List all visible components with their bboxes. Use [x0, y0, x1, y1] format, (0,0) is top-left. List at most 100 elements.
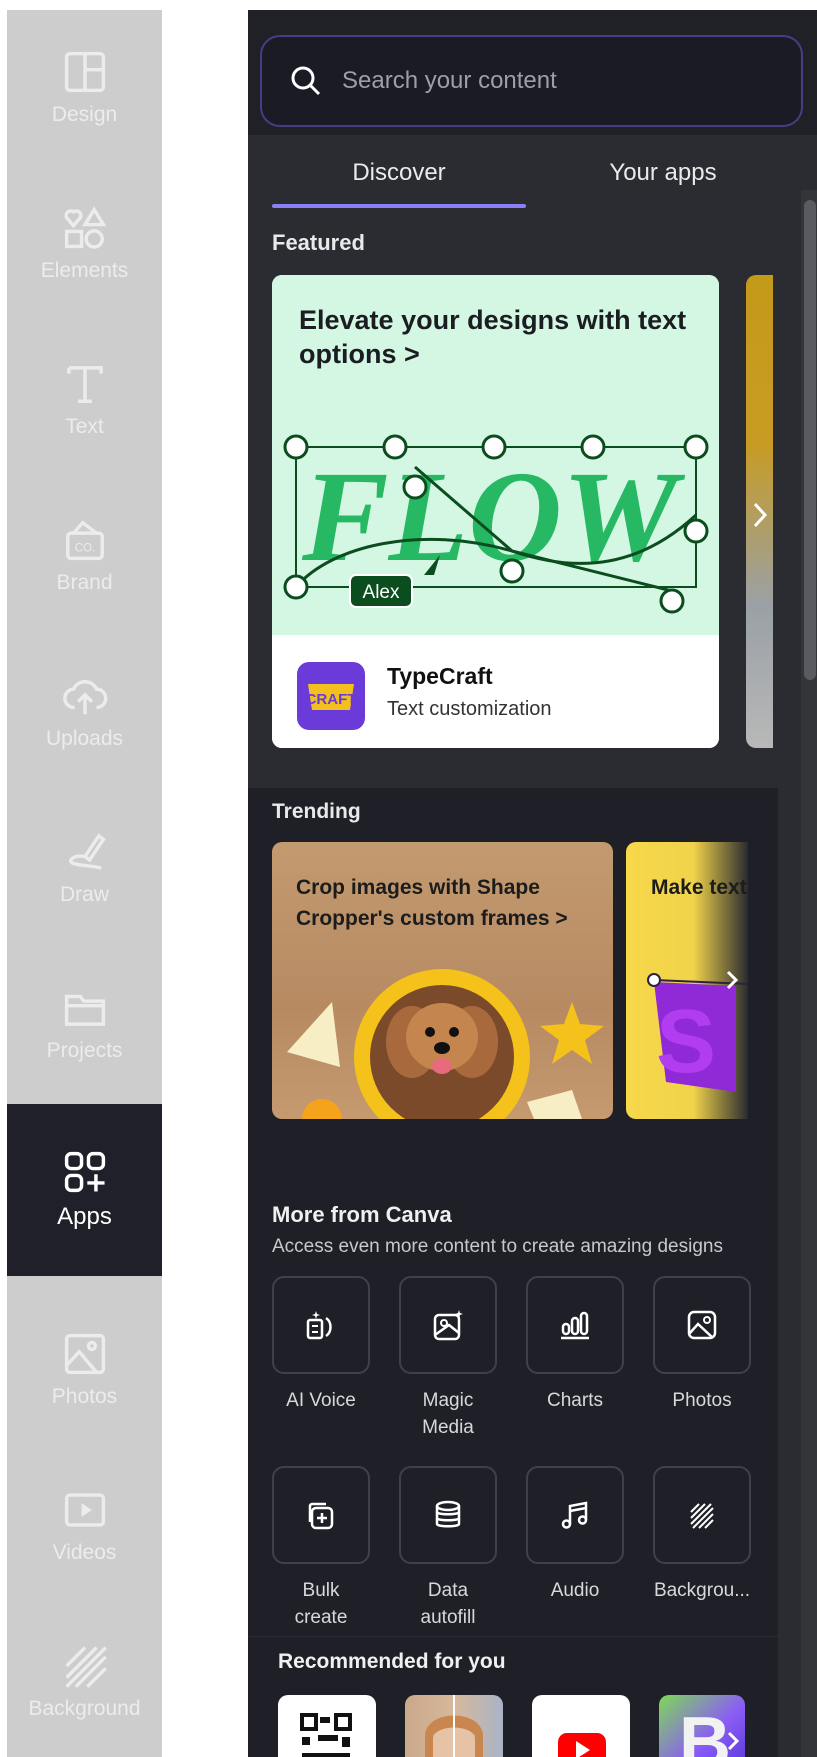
svg-text:CRAFT: CRAFT [306, 691, 357, 708]
recommended-app-youtube[interactable] [532, 1695, 630, 1757]
chevron-right-icon [753, 502, 768, 528]
app-name: TypeCraft [387, 663, 493, 689]
rail-label: Text [65, 415, 104, 438]
featured-card[interactable]: Elevate your designs with text options >… [272, 275, 719, 748]
qr-code-icon [300, 1713, 352, 1757]
rail-item-photos[interactable]: Photos [7, 1292, 162, 1448]
trending-heading: Trending [272, 800, 361, 823]
portrait-art [425, 1695, 483, 1757]
trending-card-text-shape[interactable]: Make text shape wit S [626, 842, 748, 1119]
rail-label: Apps [57, 1203, 112, 1230]
tile-label: Magic Media [422, 1390, 474, 1438]
tile-label: Data autofill [420, 1580, 476, 1628]
rail-item-text[interactable]: Text [7, 322, 162, 478]
svg-text:S: S [656, 992, 716, 1092]
recommended-app-photo[interactable] [405, 1695, 503, 1757]
flow-text-art: FLOW Alex [283, 434, 709, 614]
trending-card-title: Make text shape wit [651, 876, 748, 899]
tab-your-apps[interactable]: Your apps [532, 135, 794, 210]
tile-audio[interactable] [526, 1466, 624, 1564]
cursor-tag-label: Alex [363, 582, 400, 603]
rail-item-elements[interactable]: Elements [7, 166, 162, 322]
ai-voice-icon [306, 1311, 332, 1340]
svg-text:B: B [679, 1703, 731, 1757]
carousel-next-button[interactable] [750, 500, 770, 535]
video-icon [64, 1493, 105, 1527]
recommended-app-brand[interactable]: B [659, 1695, 745, 1757]
trending-card-title: Crop images with Shape Cropper's custom … [296, 876, 568, 930]
tile-background[interactable] [653, 1466, 751, 1564]
featured-app-info: CRAFT TypeCraft Text customization [272, 635, 719, 748]
featured-hero: Elevate your designs with text options >… [272, 275, 719, 635]
rail-label: Design [51, 103, 118, 126]
bulk-create-icon [308, 1502, 334, 1530]
rail-label: Background [28, 1697, 141, 1720]
rail-item-brand[interactable]: CO. Brand [7, 478, 162, 634]
tile-label: Backgrou... [653, 1580, 751, 1601]
text-shape-art: S [647, 970, 748, 1092]
magic-media-icon [433, 1310, 463, 1341]
tile-label: Audio [550, 1580, 600, 1601]
panel-header [248, 10, 817, 135]
tab-discover[interactable]: Discover [272, 135, 526, 210]
tile-label: AI Voice [286, 1390, 356, 1411]
shape-cropper-art [287, 969, 604, 1119]
flow-art-word: FLOW [301, 445, 686, 589]
svg-text:CO.: CO. [74, 543, 94, 555]
draw-icon [68, 833, 106, 870]
tile-label: Photos [672, 1390, 732, 1411]
tile-magic-media[interactable] [399, 1276, 497, 1374]
rail-item-design[interactable]: Design [7, 10, 162, 166]
rail-label: Brand [56, 571, 113, 594]
music-note-icon [561, 1501, 588, 1529]
typecraft-logo: CRAFT [297, 662, 365, 730]
database-icon [435, 1500, 461, 1528]
rail-label: Draw [59, 883, 109, 906]
tile-bulk-create[interactable] [272, 1466, 370, 1564]
recommended-heading: Recommended for you [278, 1650, 506, 1673]
side-rail: Design Elements Text CO. Brand Uploads D… [7, 10, 162, 1757]
tile-data-autofill[interactable] [399, 1466, 497, 1564]
image-icon [64, 1333, 105, 1375]
tile-label: Charts [547, 1390, 603, 1411]
shapes-icon [63, 206, 106, 249]
featured-heading: Featured [272, 230, 365, 255]
tile-ai-voice[interactable] [272, 1276, 370, 1374]
layout-icon [64, 51, 105, 93]
search-input[interactable] [342, 67, 782, 95]
background-pattern-icon [690, 1503, 714, 1529]
youtube-icon [558, 1733, 606, 1757]
app-description: Text customization [387, 698, 552, 720]
rail-item-projects[interactable]: Projects [7, 946, 162, 1102]
rail-item-background[interactable]: Background [7, 1604, 162, 1757]
tile-charts[interactable] [526, 1276, 624, 1374]
rail-label: Photos [51, 1385, 118, 1408]
featured-headline: Elevate your designs with text options > [299, 305, 687, 369]
tile-photos[interactable] [653, 1276, 751, 1374]
app-root: Design Elements Text CO. Brand Uploads D… [0, 0, 817, 1757]
search-icon [291, 66, 321, 96]
apps-icon [64, 1151, 105, 1193]
search-bar[interactable] [260, 35, 803, 127]
more-from-canva-subtitle: Access even more content to create amazi… [272, 1236, 723, 1257]
scrollbar-thumb[interactable] [804, 200, 816, 680]
tab-bar: Discover Your apps [248, 135, 817, 210]
more-from-canva-heading: More from Canva [272, 1202, 452, 1227]
rail-item-uploads[interactable]: Uploads [7, 634, 162, 790]
brand-icon: CO. [65, 520, 104, 561]
text-icon [66, 366, 103, 403]
charts-icon [561, 1311, 589, 1340]
rail-label: Projects [46, 1039, 123, 1062]
rail-label: Uploads [45, 727, 124, 750]
brand-b-art: B [679, 1703, 740, 1757]
recommended-app-qr[interactable] [278, 1695, 376, 1757]
rail-item-draw[interactable]: Draw [7, 790, 162, 946]
rail-item-apps[interactable]: Apps [7, 1104, 162, 1276]
apps-panel: Discover Your apps Featured Elevate your… [248, 10, 817, 1757]
trending-card-shape-cropper[interactable]: Crop images with Shape Cropper's custom … [272, 842, 613, 1119]
rail-item-videos[interactable]: Videos [7, 1448, 162, 1604]
tile-label: Bulk create [294, 1580, 348, 1628]
rail-label: Videos [52, 1541, 117, 1564]
typecraft-logo-art: CRAFT [306, 684, 357, 710]
active-tab-indicator [272, 204, 526, 208]
